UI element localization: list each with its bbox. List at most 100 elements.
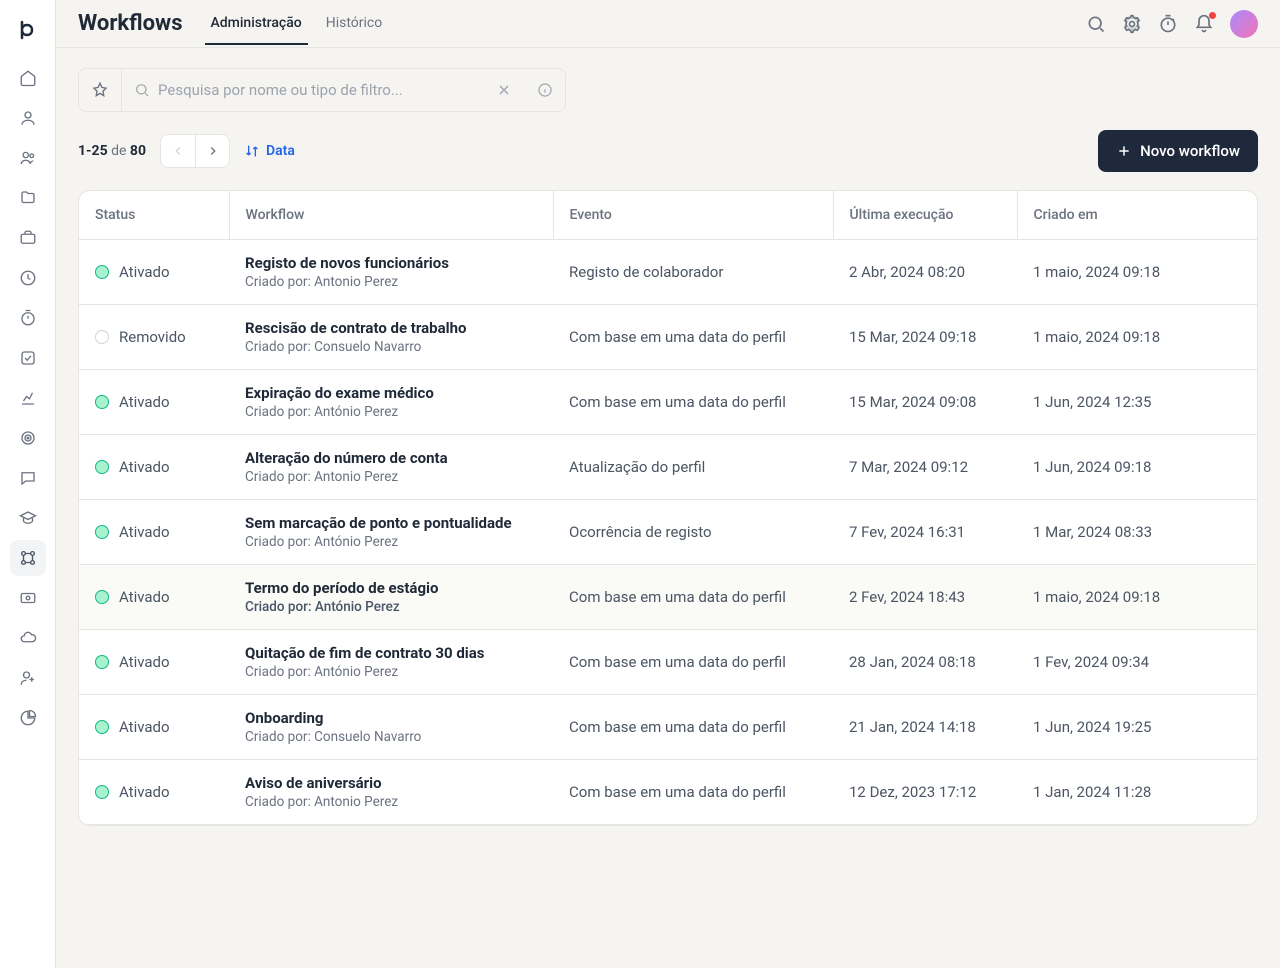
nav-pie-icon[interactable] — [10, 700, 46, 736]
sort-icon — [244, 143, 260, 159]
workflow-name: Registo de novos funcionários — [245, 254, 537, 272]
pager-next[interactable] — [195, 135, 229, 167]
created-cell: 1 maio, 2024 09:18 — [1017, 305, 1257, 370]
sort-button[interactable]: Data — [244, 143, 295, 159]
th-workflow[interactable]: Workflow — [229, 191, 553, 240]
status-cell: Ativado — [95, 653, 213, 671]
tab-history[interactable]: Histórico — [320, 3, 389, 45]
workflow-name: Expiração do exame médico — [245, 384, 537, 402]
header-tabs: Administração Histórico — [205, 3, 389, 45]
notification-dot — [1209, 12, 1216, 19]
th-event[interactable]: Evento — [553, 191, 833, 240]
workflow-name: Sem marcação de ponto e pontualidade — [245, 514, 537, 532]
table-row[interactable]: Ativado Aviso de aniversário Criado por: … — [79, 760, 1257, 825]
status-cell: Ativado — [95, 783, 213, 801]
nav-workflows-icon[interactable] — [10, 540, 46, 576]
status-dot — [95, 525, 109, 539]
nav-check-icon[interactable] — [10, 340, 46, 376]
nav-graduation-icon[interactable] — [10, 500, 46, 536]
clear-search-button[interactable] — [484, 68, 524, 112]
nav-payroll-icon[interactable] — [10, 580, 46, 616]
workflow-creator: Criado por: António Perez — [245, 664, 537, 680]
toolbar: 1-25 de 80 Data Novo workflow — [56, 112, 1280, 190]
last-run-cell: 2 Abr, 2024 08:20 — [833, 240, 1017, 305]
nav-users-icon[interactable] — [10, 140, 46, 176]
status-label: Ativado — [119, 588, 170, 606]
status-label: Ativado — [119, 458, 170, 476]
last-run-cell: 12 Dez, 2023 17:12 — [833, 760, 1017, 825]
event-cell: Com base em uma data do perfil — [553, 695, 833, 760]
th-status[interactable]: Status — [79, 191, 229, 240]
created-cell: 1 Jun, 2024 09:18 — [1017, 435, 1257, 500]
workflow-creator: Criado por: António Perez — [245, 599, 537, 615]
table-row[interactable]: Ativado Sem marcação de ponto e pontuali… — [79, 500, 1257, 565]
event-cell: Com base em uma data do perfil — [553, 630, 833, 695]
gear-icon[interactable] — [1122, 14, 1142, 34]
created-cell: 1 maio, 2024 09:18 — [1017, 565, 1257, 630]
created-cell: 1 Jun, 2024 12:35 — [1017, 370, 1257, 435]
event-cell: Com base em uma data do perfil — [553, 760, 833, 825]
workflow-creator: Criado por: António Perez — [245, 404, 537, 420]
status-cell: Removido — [95, 328, 213, 346]
table-row[interactable]: Ativado Expiração do exame médico Criado … — [79, 370, 1257, 435]
table-row[interactable]: Ativado OnboardingCriado por: Consuelo N… — [79, 695, 1257, 760]
app-logo[interactable] — [10, 12, 46, 48]
last-run-cell: 15 Mar, 2024 09:18 — [833, 305, 1017, 370]
workflow-creator: Criado por: Antonio Perez — [245, 469, 537, 485]
nav-timer-icon[interactable] — [10, 300, 46, 336]
search-box — [122, 68, 484, 112]
new-workflow-button[interactable]: Novo workflow — [1098, 130, 1258, 172]
status-dot — [95, 785, 109, 799]
table-row[interactable]: Ativado Registo de novos funcionários Cri… — [79, 240, 1257, 305]
created-cell: 1 Mar, 2024 08:33 — [1017, 500, 1257, 565]
workflow-creator: Criado por: Antonio Perez — [245, 274, 537, 290]
table-row[interactable]: Ativado Alteração do número de contaCria… — [79, 435, 1257, 500]
avatar[interactable] — [1230, 10, 1258, 38]
table-row[interactable]: Ativado Termo do período de estágioCriad… — [79, 565, 1257, 630]
workflow-creator: Criado por: Consuelo Navarro — [245, 729, 537, 745]
created-cell: 1 maio, 2024 09:18 — [1017, 240, 1257, 305]
header: Workflows Administração Histórico — [56, 0, 1280, 48]
event-cell: Registo de colaborador — [553, 240, 833, 305]
nav-home-icon[interactable] — [10, 60, 46, 96]
pager-buttons — [160, 134, 230, 168]
nav-user-icon[interactable] — [10, 100, 46, 136]
bell-icon[interactable] — [1194, 14, 1214, 34]
status-cell: Ativado — [95, 588, 213, 606]
workflow-name: Aviso de aniversário — [245, 774, 537, 792]
pager-prev[interactable] — [161, 135, 195, 167]
favorite-filter-button[interactable] — [78, 68, 122, 112]
workflow-creator: Criado por: António Perez — [245, 534, 537, 550]
table-row[interactable]: Removido Rescisão de contrato de trabalh… — [79, 305, 1257, 370]
nav-adduser-icon[interactable] — [10, 660, 46, 696]
filter-info-button[interactable] — [524, 68, 566, 112]
search-icon[interactable] — [1086, 14, 1106, 34]
workflow-creator: Criado por: Consuelo Navarro — [245, 339, 537, 355]
search-input[interactable] — [158, 81, 472, 99]
status-label: Ativado — [119, 718, 170, 736]
nav-target-icon[interactable] — [10, 420, 46, 456]
nav-briefcase-icon[interactable] — [10, 220, 46, 256]
status-dot — [95, 460, 109, 474]
event-cell: Com base em uma data do perfil — [553, 565, 833, 630]
last-run-cell: 7 Mar, 2024 09:12 — [833, 435, 1017, 500]
pager-text: 1-25 de 80 — [78, 143, 146, 159]
th-last-run[interactable]: Última execução — [833, 191, 1017, 240]
th-created[interactable]: Criado em — [1017, 191, 1257, 240]
workflow-name: Quitação de fim de contrato 30 dias — [245, 644, 537, 662]
stopwatch-icon[interactable] — [1158, 14, 1178, 34]
nav-chart-icon[interactable] — [10, 380, 46, 416]
status-cell: Ativado — [95, 263, 213, 281]
nav-folder-icon[interactable] — [10, 180, 46, 216]
status-label: Ativado — [119, 393, 170, 411]
nav-cloud-icon[interactable] — [10, 620, 46, 656]
page-title: Workflows — [78, 11, 183, 36]
nav-chat-icon[interactable] — [10, 460, 46, 496]
status-dot — [95, 655, 109, 669]
tab-admin[interactable]: Administração — [205, 3, 308, 45]
workflow-creator: Criado por: Antonio Perez — [245, 794, 537, 810]
status-label: Ativado — [119, 263, 170, 281]
nav-clock-icon[interactable] — [10, 260, 46, 296]
created-cell: 1 Fev, 2024 09:34 — [1017, 630, 1257, 695]
table-row[interactable]: Ativado Quitação de fim de contrato 30 d… — [79, 630, 1257, 695]
